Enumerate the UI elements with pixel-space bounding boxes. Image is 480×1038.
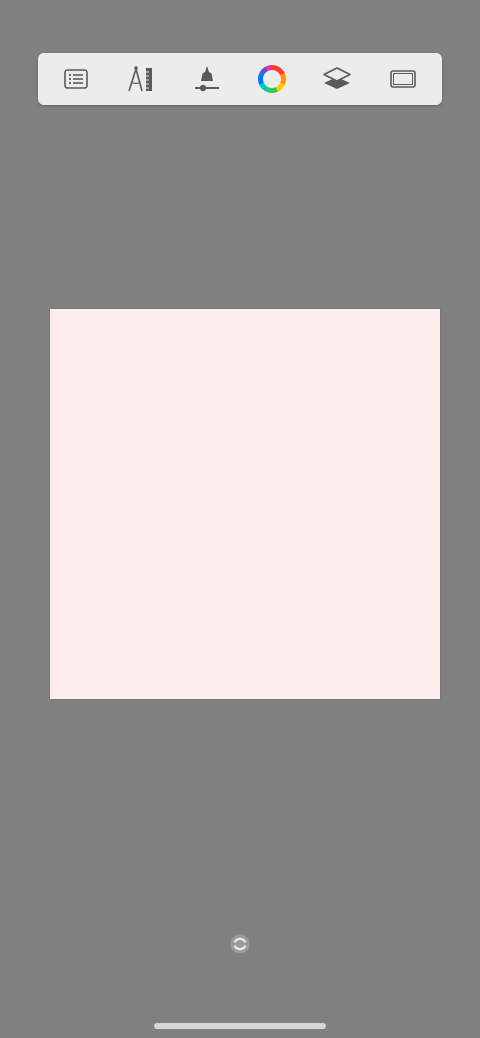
- compass-ruler-icon: [128, 66, 152, 92]
- brush-icon: [195, 66, 219, 92]
- sync-button[interactable]: [228, 932, 252, 956]
- menu-list-button[interactable]: [46, 53, 106, 105]
- layers-icon: [323, 67, 351, 89]
- frame-icon: [390, 70, 416, 88]
- color-button[interactable]: [242, 53, 302, 105]
- guides-button[interactable]: [111, 53, 171, 105]
- home-indicator[interactable]: [154, 1023, 326, 1029]
- color-wheel-icon: [257, 65, 286, 93]
- toolbar: [38, 53, 442, 105]
- layers-button[interactable]: [307, 53, 367, 105]
- list-icon: [64, 69, 88, 89]
- drawing-canvas[interactable]: [50, 309, 440, 699]
- brush-button[interactable]: [177, 53, 237, 105]
- canvas-frame-button[interactable]: [373, 53, 433, 105]
- sync-icon: [230, 934, 250, 954]
